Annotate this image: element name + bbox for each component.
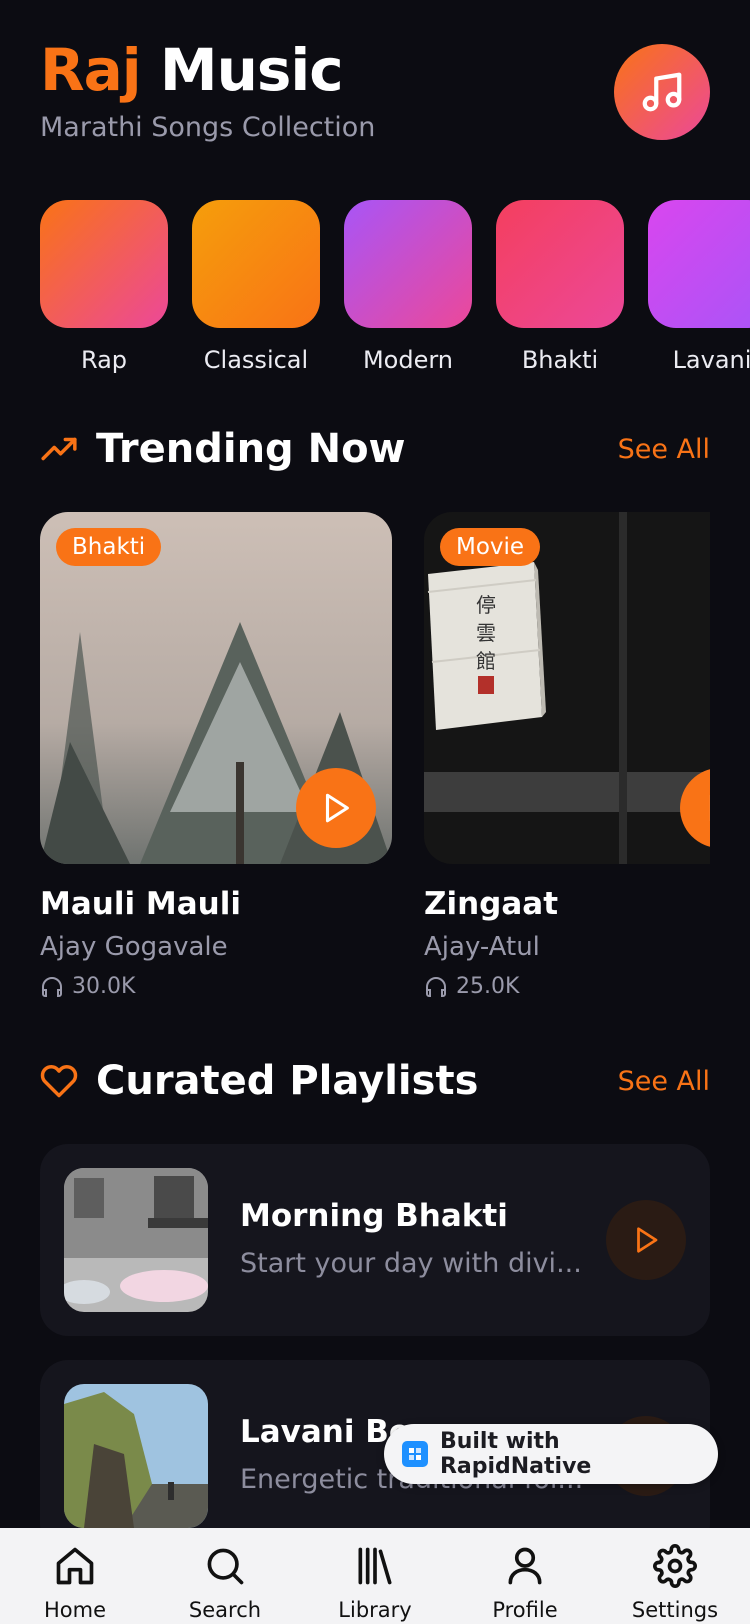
genre-bhakti[interactable]: Bhakti xyxy=(496,200,624,374)
genre-lavani[interactable]: Lavani xyxy=(648,200,750,374)
playlists-section-header: Curated Playlists See All xyxy=(40,1058,710,1104)
coastal-cliff-image xyxy=(64,1384,208,1528)
tab-label: Profile xyxy=(492,1598,558,1622)
genre-modern[interactable]: Modern xyxy=(344,200,472,374)
app-subtitle: Marathi Songs Collection xyxy=(40,112,376,143)
genre-rap[interactable]: Rap xyxy=(40,200,168,374)
headphones-icon xyxy=(42,976,62,997)
genre-badge: Movie xyxy=(440,528,541,566)
library-icon xyxy=(358,1547,392,1585)
rapidnative-logo-icon xyxy=(402,1441,428,1467)
app-title-accent: Raj xyxy=(40,36,142,104)
genre-tile xyxy=(344,200,472,328)
genre-carousel: Rap Classical Modern Bhakti Lavani xyxy=(40,200,750,374)
genre-tile xyxy=(648,200,750,328)
trending-see-all-link[interactable]: See All xyxy=(618,434,710,465)
track-title: Zingaat xyxy=(424,886,559,922)
genre-classical[interactable]: Classical xyxy=(192,200,320,374)
trending-carousel: Bhakti Mauli Mauli Ajay Gogavale 30.0K 停… xyxy=(40,512,710,1012)
tab-home[interactable]: Home xyxy=(0,1528,150,1624)
tab-label: Home xyxy=(43,1598,106,1622)
track-card[interactable]: 停 雲 館 Movie Zingaat Ajay-Atul 25.0K xyxy=(424,512,710,999)
play-icon xyxy=(709,794,710,822)
play-count: 30.0K xyxy=(72,974,136,999)
track-artwork: 停 雲 館 Movie xyxy=(424,512,710,864)
playlist-thumbnail xyxy=(64,1384,208,1528)
app-title-rest: Music xyxy=(159,36,344,104)
heart-icon xyxy=(40,1064,78,1098)
genre-badge: Bhakti xyxy=(56,528,162,566)
playlist-title: Morning Bhakti xyxy=(240,1198,508,1234)
app-title: Raj Music xyxy=(40,34,375,106)
play-count: 25.0K xyxy=(456,974,520,999)
track-plays: 25.0K xyxy=(424,974,710,999)
user-icon xyxy=(508,1547,542,1585)
built-with-rapidnative-badge[interactable]: Built with RapidNative xyxy=(384,1424,718,1484)
search-icon xyxy=(207,1548,244,1585)
tab-label: Settings xyxy=(631,1598,719,1622)
genre-tile xyxy=(192,200,320,328)
trending-up-icon xyxy=(41,437,77,461)
playlists-see-all-link[interactable]: See All xyxy=(618,1066,710,1097)
play-button[interactable] xyxy=(296,768,376,848)
playlist-thumbnail xyxy=(64,1168,208,1312)
app-header: Raj Music Marathi Songs Collection xyxy=(40,34,375,143)
trending-title: Trending Now xyxy=(96,426,406,472)
built-with-label: Built with RapidNative xyxy=(439,1429,592,1479)
genre-label: Modern xyxy=(362,346,454,374)
trending-section-header: Trending Now See All xyxy=(40,426,710,472)
playlist-description: Start your day with divi... xyxy=(240,1248,582,1279)
genre-label: Classical xyxy=(203,346,309,374)
svg-text:停: 停 xyxy=(476,593,496,617)
playlists-title: Curated Playlists xyxy=(96,1058,479,1104)
playlist-play-button[interactable] xyxy=(606,1200,686,1280)
play-icon xyxy=(325,793,349,823)
old-building-image xyxy=(64,1168,208,1312)
track-plays: 30.0K xyxy=(40,974,392,999)
track-artist: Ajay-Atul xyxy=(424,932,540,962)
headphones-icon xyxy=(426,976,446,997)
tab-profile[interactable]: Profile xyxy=(450,1528,600,1624)
tab-search[interactable]: Search xyxy=(150,1528,300,1624)
music-logo-button[interactable] xyxy=(614,44,710,140)
genre-label: Rap xyxy=(80,346,128,374)
tab-settings[interactable]: Settings xyxy=(600,1528,750,1624)
tab-library[interactable]: Library xyxy=(300,1528,450,1624)
home-icon xyxy=(56,1547,94,1585)
gear-icon xyxy=(653,1544,697,1588)
play-icon xyxy=(637,1227,658,1253)
genre-tile xyxy=(40,200,168,328)
genre-tile xyxy=(496,200,624,328)
tab-label: Search xyxy=(188,1598,262,1622)
genre-label: Lavani xyxy=(672,346,750,374)
track-card[interactable]: Bhakti Mauli Mauli Ajay Gogavale 30.0K xyxy=(40,512,392,999)
genre-label: Bhakti xyxy=(521,346,599,374)
tab-label: Library xyxy=(338,1598,412,1622)
track-artist: Ajay Gogavale xyxy=(40,932,228,962)
track-artwork: Bhakti xyxy=(40,512,392,864)
svg-text:館: 館 xyxy=(476,649,496,673)
bottom-tab-bar: Home Search Library Profile Settings xyxy=(0,1528,750,1624)
track-title: Mauli Mauli xyxy=(40,886,241,922)
playlist-card[interactable]: Morning Bhakti Start your day with divi.… xyxy=(40,1144,710,1336)
svg-text:雲: 雲 xyxy=(476,621,496,645)
music-note-icon xyxy=(642,72,682,112)
